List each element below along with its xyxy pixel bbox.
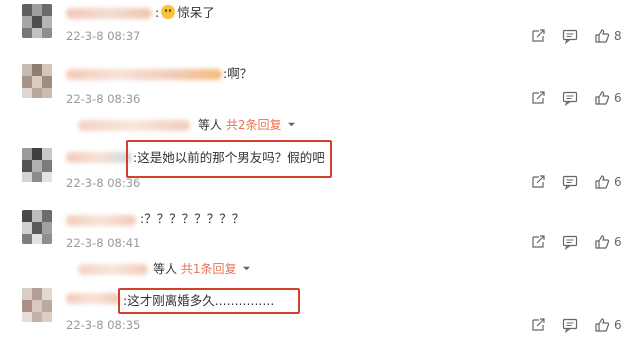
- share-icon[interactable]: [530, 234, 546, 250]
- comment-timestamp: 22-3-8 08:41: [66, 236, 141, 250]
- comment-item: :？？？？？？？？ 22-3-8 08:41 6: [0, 198, 640, 256]
- like-icon[interactable]: [594, 317, 610, 333]
- reply-summary: 等人 共1条回复: [0, 256, 640, 280]
- avatar[interactable]: [22, 148, 52, 182]
- comment-actions: 6: [530, 234, 630, 250]
- username-blurred[interactable]: [66, 152, 132, 163]
- username-blurred[interactable]: [66, 215, 136, 226]
- comment-item: :啊？ 22-3-8 08:36 6: [0, 56, 640, 114]
- reply-prefix: 等人: [198, 118, 223, 132]
- like-count: 6: [614, 91, 622, 105]
- comment-timestamp: 22-3-8 08:36: [66, 92, 141, 106]
- comment-item: : 惊呆了 22-3-8 08:37 8: [0, 0, 640, 56]
- comment-icon[interactable]: [562, 90, 578, 106]
- comment-timestamp: 22-3-8 08:35: [66, 318, 141, 332]
- share-icon[interactable]: [530, 90, 546, 106]
- like-count: 6: [614, 175, 622, 189]
- comment-text: : 惊呆了: [155, 5, 215, 20]
- share-icon[interactable]: [530, 174, 546, 190]
- avatar[interactable]: [22, 64, 52, 98]
- replier-name-blurred[interactable]: [78, 264, 148, 275]
- username-blurred[interactable]: [66, 293, 120, 304]
- username-blurred[interactable]: [66, 69, 222, 80]
- comment-icon[interactable]: [562, 317, 578, 333]
- chevron-down-icon[interactable]: [242, 264, 251, 273]
- like-icon[interactable]: [594, 174, 610, 190]
- username-blurred[interactable]: [66, 8, 152, 19]
- comment-text: :这才刚离婚多久...............: [123, 293, 275, 308]
- comment-timestamp: 22-3-8 08:37: [66, 29, 141, 43]
- like-icon[interactable]: [594, 28, 610, 44]
- comment-item: :这是她以前的那个男友吗？假的吧 22-3-8 08:36 6: [0, 136, 640, 198]
- comment-text: :啊？: [223, 66, 253, 81]
- like-count: 8: [614, 29, 622, 43]
- comment-actions: 6: [530, 90, 630, 106]
- view-replies-link[interactable]: 共2条回复: [226, 118, 282, 132]
- view-replies-link[interactable]: 共1条回复: [181, 262, 237, 276]
- shocked-emoji-icon: [161, 5, 176, 19]
- avatar[interactable]: [22, 288, 52, 322]
- reply-summary: 等人 共2条回复: [0, 114, 640, 136]
- reply-count-line: 等人 共1条回复: [153, 261, 251, 277]
- comment-item: :这才刚离婚多久............... 22-3-8 08:35 6: [0, 280, 640, 341]
- comment-actions: 6: [530, 317, 630, 333]
- comment-text: :这是她以前的那个男友吗？假的吧: [133, 150, 325, 165]
- chevron-down-icon[interactable]: [287, 120, 296, 129]
- like-icon[interactable]: [594, 234, 610, 250]
- comment-text: :？？？？？？？？: [140, 211, 245, 226]
- like-count: 6: [614, 235, 622, 249]
- like-icon[interactable]: [594, 90, 610, 106]
- comment-text-body: 惊呆了: [177, 5, 215, 20]
- share-icon[interactable]: [530, 28, 546, 44]
- reply-count-line: 等人 共2条回复: [198, 117, 296, 133]
- comment-icon[interactable]: [562, 234, 578, 250]
- avatar[interactable]: [22, 4, 52, 38]
- comment-icon[interactable]: [562, 174, 578, 190]
- reply-prefix: 等人: [153, 262, 178, 276]
- comment-actions: 6: [530, 174, 630, 190]
- replier-name-blurred[interactable]: [78, 120, 190, 131]
- share-icon[interactable]: [530, 317, 546, 333]
- comment-actions: 8: [530, 28, 630, 44]
- like-count: 6: [614, 318, 622, 332]
- comment-icon[interactable]: [562, 28, 578, 44]
- comment-timestamp: 22-3-8 08:36: [66, 176, 141, 190]
- avatar[interactable]: [22, 210, 52, 244]
